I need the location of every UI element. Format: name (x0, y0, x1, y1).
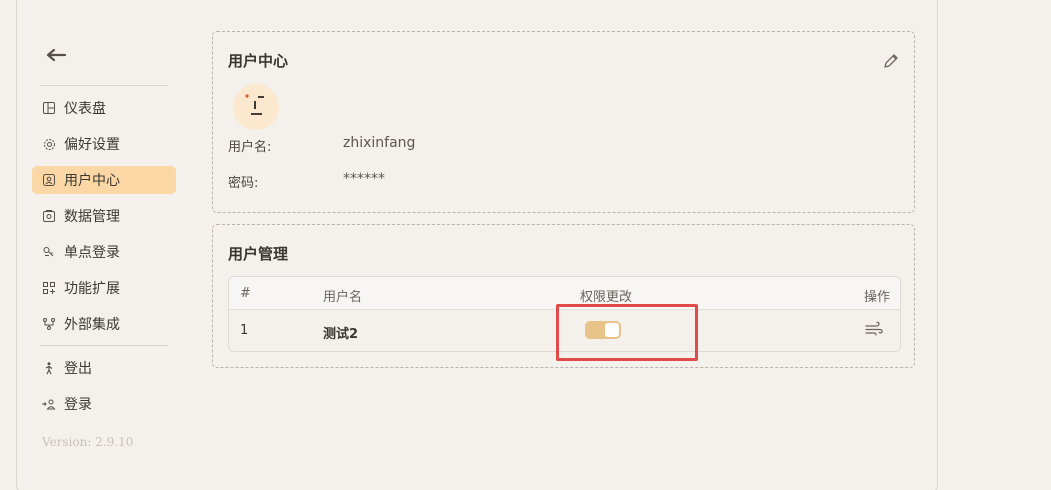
gear-icon (42, 137, 56, 151)
dashboard-icon (42, 101, 56, 115)
sidebar-item-label: 登录 (64, 397, 92, 413)
sidebar-item-label: 登出 (64, 361, 92, 377)
login-user-icon (42, 397, 56, 411)
table-header: # 用户名 权限更改 操作 (229, 277, 900, 310)
pencil-icon[interactable] (882, 52, 900, 70)
version-text: Version: 2.9.10 (42, 435, 134, 449)
toggle-knob (605, 323, 619, 337)
wind-icon[interactable] (865, 321, 883, 337)
sidebar-item-dashboard[interactable]: 仪表盘 (32, 94, 176, 122)
database-icon (42, 209, 56, 223)
key-icon (42, 245, 56, 259)
sidebar-item-label: 数据管理 (64, 209, 120, 225)
sidebar-item-label: 仪表盘 (64, 101, 106, 117)
walk-icon (42, 361, 56, 375)
sidebar-item-label: 用户中心 (64, 173, 120, 189)
sidebar-item-label: 功能扩展 (64, 281, 120, 297)
column-header-username: 用户名 (323, 290, 363, 305)
username-label: 用户名: (228, 140, 272, 155)
grid-icon (42, 281, 56, 295)
user-management-card: 用户管理 # 用户名 权限更改 操作 1 测试2 (212, 224, 915, 368)
username-value: zhixinfang (343, 135, 416, 151)
sidebar-item-logout[interactable]: 登出 (32, 354, 176, 382)
user-center-card: 用户中心 用户名: zhixinfang 密码: ****** (212, 31, 915, 213)
arrow-left-icon[interactable] (44, 44, 68, 66)
user-table: # 用户名 权限更改 操作 1 测试2 (228, 276, 901, 352)
sidebar-item-extensions[interactable]: 功能扩展 (32, 274, 176, 302)
sidebar-item-preferences[interactable]: 偏好设置 (32, 130, 176, 158)
sidebar-item-label: 外部集成 (64, 317, 120, 333)
column-header-permission: 权限更改 (580, 290, 633, 305)
row-username: 测试2 (323, 327, 359, 342)
avatar (233, 84, 279, 130)
sidebar-item-user-center[interactable]: 用户中心 (32, 166, 176, 194)
sidebar-item-integrations[interactable]: 外部集成 (32, 310, 176, 338)
user-card-icon (42, 173, 56, 187)
password-value: ****** (343, 171, 385, 187)
sidebar-item-sso[interactable]: 单点登录 (32, 238, 176, 266)
sidebar-item-login[interactable]: 登录 (32, 390, 176, 418)
permission-toggle[interactable] (585, 321, 621, 339)
card-title: 用户中心 (228, 52, 289, 70)
sidebar-divider (40, 345, 168, 346)
sidebar-item-label: 偏好设置 (64, 137, 120, 153)
column-header-actions: 操作 (864, 290, 891, 305)
card-title: 用户管理 (228, 245, 289, 263)
sidebar-item-data-management[interactable]: 数据管理 (32, 202, 176, 230)
row-index: 1 (240, 323, 249, 338)
sidebar-item-label: 单点登录 (64, 245, 120, 261)
integration-icon (42, 317, 56, 331)
column-header-index: # (240, 286, 251, 301)
password-label: 密码: (228, 176, 259, 191)
sidebar-divider (40, 85, 168, 86)
